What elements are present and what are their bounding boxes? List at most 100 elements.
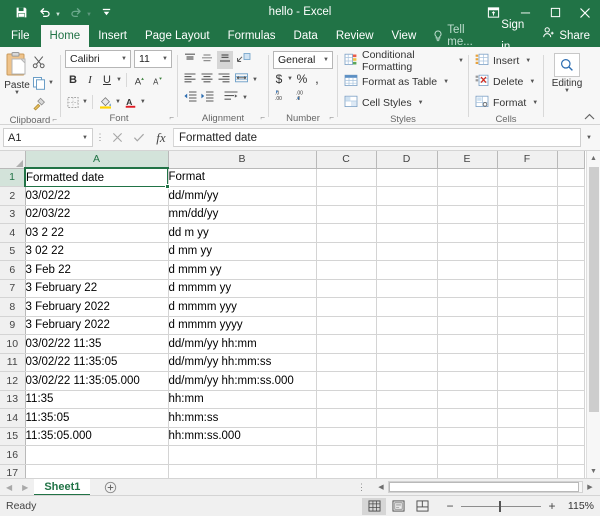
cell-F11[interactable]	[497, 353, 557, 372]
cell-E15[interactable]	[437, 427, 497, 446]
borders-button[interactable]	[65, 92, 81, 112]
number-format-dropdown-icon[interactable]: ▼	[319, 57, 329, 63]
cell-D11[interactable]	[376, 353, 437, 372]
cell-B13[interactable]: hh:mm	[168, 390, 316, 409]
cell-F16[interactable]	[497, 446, 557, 465]
cell-A2[interactable]: 03/02/22	[25, 187, 168, 206]
font-size-dropdown-icon[interactable]: ▼	[158, 56, 168, 62]
orientation-button[interactable]	[236, 52, 251, 68]
cell-A6[interactable]: 3 Feb 22	[25, 261, 168, 280]
decrease-indent-button[interactable]	[183, 90, 197, 105]
formula-input[interactable]: Formatted date	[173, 128, 581, 147]
tab-review[interactable]: Review	[327, 25, 383, 47]
cell-D13[interactable]	[376, 390, 437, 409]
column-header-a[interactable]: A	[25, 151, 168, 168]
column-header-f[interactable]: F	[497, 151, 557, 168]
cell-F15[interactable]	[497, 427, 557, 446]
cell-D9[interactable]	[376, 316, 437, 335]
shrink-font-button[interactable]: A	[149, 70, 166, 90]
row-header-14[interactable]: 14	[0, 409, 25, 428]
format-as-table-button[interactable]: Format as Table ▼	[344, 72, 449, 92]
cell-B5[interactable]: d mm yy	[168, 242, 316, 261]
cell-C13[interactable]	[316, 390, 376, 409]
grow-font-button[interactable]: A	[131, 70, 148, 90]
cell-A17[interactable]	[25, 464, 168, 478]
cell-C17[interactable]	[316, 464, 376, 478]
cell-D15[interactable]	[376, 427, 437, 446]
vertical-scroll-thumb[interactable]	[589, 167, 599, 412]
name-box[interactable]: A1 ▼	[3, 128, 93, 147]
bottom-align-button[interactable]	[217, 51, 233, 69]
cell-F7[interactable]	[497, 279, 557, 298]
name-box-dropdown-icon[interactable]: ▼	[82, 135, 88, 141]
editing-button[interactable]: Editing ▼	[548, 52, 586, 94]
cell-F12[interactable]	[497, 372, 557, 391]
tab-view[interactable]: View	[383, 25, 426, 47]
copy-button[interactable]: ▼	[30, 73, 56, 93]
cell-X7[interactable]	[557, 279, 584, 298]
cell-A10[interactable]: 03/02/22 11:35	[25, 335, 168, 354]
cell-E17[interactable]	[437, 464, 497, 478]
cell-E6[interactable]	[437, 261, 497, 280]
cell-F14[interactable]	[497, 409, 557, 428]
cell-X6[interactable]	[557, 261, 584, 280]
cell-B3[interactable]: mm/dd/yy	[168, 205, 316, 224]
font-dialog-launcher[interactable]: ⌐	[169, 111, 174, 124]
previous-sheet-icon[interactable]: ◀	[6, 483, 12, 492]
formula-bar-grip[interactable]: ⋮	[93, 132, 107, 143]
expand-formula-bar-icon[interactable]: ▼	[581, 135, 597, 141]
font-color-button[interactable]: A	[122, 92, 139, 112]
cell-X11[interactable]	[557, 353, 584, 372]
tab-split-grip[interactable]: ⋮	[349, 482, 374, 493]
cell-D3[interactable]	[376, 205, 437, 224]
row-header-9[interactable]: 9	[0, 316, 25, 335]
cell-B9[interactable]: d mmmm yyyy	[168, 316, 316, 335]
cell-X10[interactable]	[557, 335, 584, 354]
scroll-up-icon[interactable]: ▲	[587, 151, 600, 165]
merge-and-center-button[interactable]	[234, 72, 249, 87]
borders-dropdown-icon[interactable]: ▼	[82, 99, 88, 105]
comma-style-button[interactable]: ,	[311, 75, 323, 83]
number-format-combo[interactable]: General ▼	[273, 51, 333, 69]
cell-X5[interactable]	[557, 242, 584, 261]
cell-X1[interactable]	[557, 168, 584, 187]
cell-A4[interactable]: 03 2 22	[25, 224, 168, 243]
alignment-dialog-launcher[interactable]: ⌐	[260, 111, 265, 124]
cell-B11[interactable]: dd/mm/yy hh:mm:ss	[168, 353, 316, 372]
cell-X8[interactable]	[557, 298, 584, 317]
column-header-b[interactable]: B	[168, 151, 316, 168]
fill-color-button[interactable]	[97, 92, 114, 112]
accounting-dropdown-icon[interactable]: ▼	[287, 76, 293, 82]
cell-A13[interactable]: 11:35	[25, 390, 168, 409]
cell-C12[interactable]	[316, 372, 376, 391]
cell-X2[interactable]	[557, 187, 584, 206]
enter-icon[interactable]	[129, 128, 149, 147]
cell-X4[interactable]	[557, 224, 584, 243]
cell-B8[interactable]: d mmmm yyy	[168, 298, 316, 317]
underline-button[interactable]: U	[99, 70, 115, 90]
page-break-preview-button[interactable]	[410, 498, 434, 515]
maximize-button[interactable]	[540, 0, 570, 25]
cell-X16[interactable]	[557, 446, 584, 465]
cell-styles-dropdown-icon[interactable]: ▼	[418, 100, 424, 106]
tab-home[interactable]: Home	[41, 25, 90, 47]
row-header-15[interactable]: 15	[0, 427, 25, 446]
row-header-7[interactable]: 7	[0, 279, 25, 298]
cell-C9[interactable]	[316, 316, 376, 335]
cell-C15[interactable]	[316, 427, 376, 446]
row-header-12[interactable]: 12	[0, 372, 25, 391]
cell-E13[interactable]	[437, 390, 497, 409]
accounting-format-button[interactable]: $	[273, 72, 285, 86]
delete-cells-button[interactable]: Delete ▼	[475, 72, 535, 92]
cell-X14[interactable]	[557, 409, 584, 428]
select-all-corner[interactable]	[0, 151, 25, 168]
cell-styles-button[interactable]: Cell Styles ▼	[344, 93, 424, 113]
row-header-1[interactable]: 1	[0, 168, 25, 187]
row-header-16[interactable]: 16	[0, 446, 25, 465]
scroll-down-icon[interactable]: ▼	[587, 464, 600, 478]
tab-data[interactable]: Data	[285, 25, 327, 47]
row-header-3[interactable]: 3	[0, 205, 25, 224]
merge-dropdown-icon[interactable]: ▼	[252, 77, 258, 83]
horizontal-scroll-track[interactable]	[388, 481, 583, 493]
wrap-text-dropdown-icon[interactable]: ▼	[242, 95, 248, 101]
